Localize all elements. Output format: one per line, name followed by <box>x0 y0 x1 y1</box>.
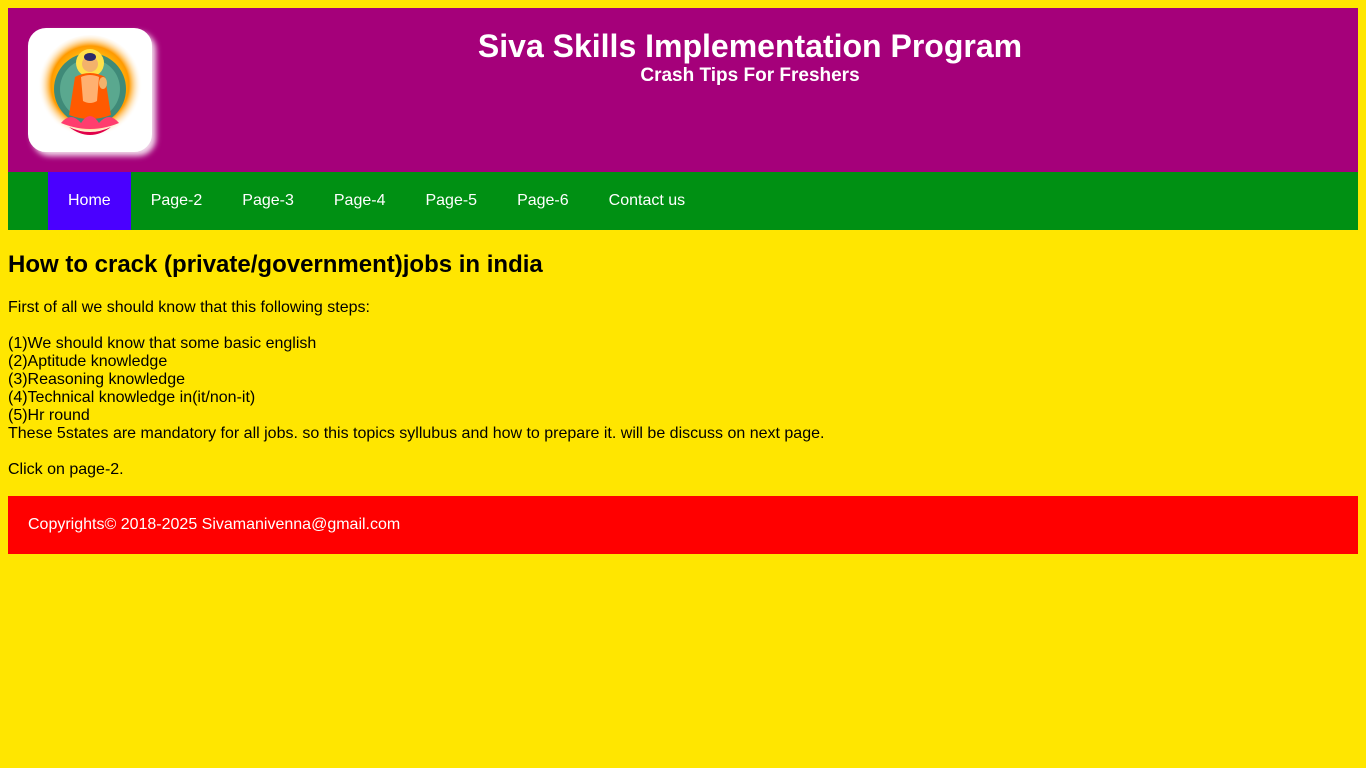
intro-text: First of all we should know that this fo… <box>8 299 370 316</box>
nav-item-page-3[interactable]: Page-3 <box>222 172 314 230</box>
page-heading: How to crack (private/government)jobs in… <box>8 251 543 278</box>
step-item: (5)Hr round <box>8 407 90 424</box>
site-footer: Copyrights© 2018-2025 Sivamanivenna@gmai… <box>8 496 1358 554</box>
nav-item-home[interactable]: Home <box>48 172 131 230</box>
step-item: (3)Reasoning knowledge <box>8 371 185 388</box>
note-text: These 5states are mandatory for all jobs… <box>8 425 825 442</box>
click-instruction: Click on page-2. <box>8 461 124 478</box>
nav-item-contact-us[interactable]: Contact us <box>589 172 705 230</box>
nav-item-page-2[interactable]: Page-2 <box>131 172 223 230</box>
site-subtitle: Crash Tips For Freshers <box>640 65 860 86</box>
main-nav: Home Page-2 Page-3 Page-4 Page-5 Page-6 … <box>8 172 1358 230</box>
step-item: (4)Technical knowledge in(it/non-it) <box>8 389 256 406</box>
step-item: (2)Aptitude knowledge <box>8 353 168 370</box>
site-header: Siva Skills Implementation Program Crash… <box>8 8 1358 172</box>
site-title: Siva Skills Implementation Program <box>477 28 1023 64</box>
nav-item-page-6[interactable]: Page-6 <box>497 172 589 230</box>
page: Siva Skills Implementation Program Crash… <box>8 8 1358 554</box>
copyright-text: Copyrights© 2018-2025 Sivamanivenna@gmai… <box>28 516 401 533</box>
nav-item-page-4[interactable]: Page-4 <box>314 172 406 230</box>
nav-item-page-5[interactable]: Page-5 <box>405 172 497 230</box>
step-item: (1)We should know that some basic englis… <box>8 335 317 352</box>
main-content: How to crack (private/government)jobs in… <box>8 230 1358 479</box>
